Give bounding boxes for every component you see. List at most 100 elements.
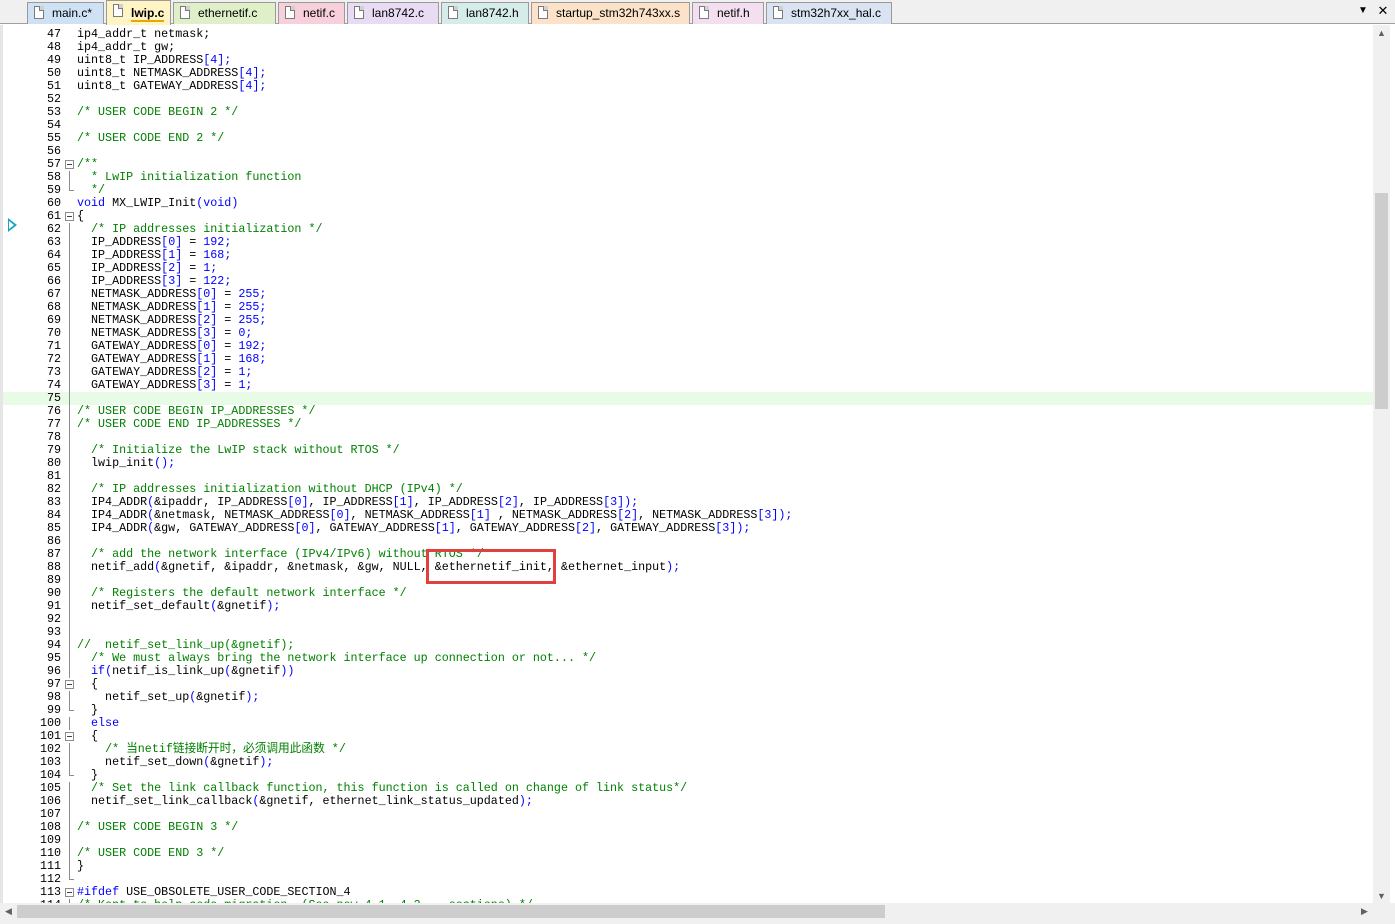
code-token: , IP_ADDRESS	[413, 495, 498, 509]
code-token: NETMASK_ADDRESS	[77, 300, 197, 314]
code-line[interactable]: 108/* USER CODE BEGIN 3 */	[3, 821, 1373, 834]
code-token: ]	[406, 495, 414, 509]
close-tab-icon[interactable]: ✕	[1377, 4, 1389, 18]
vertical-scrollbar[interactable]: ▲ ▼	[1373, 25, 1390, 905]
fold-guide-line	[65, 847, 74, 860]
code-line[interactable]: 47 ip4_addr_t netmask;	[3, 28, 1373, 41]
scroll-up-arrow-icon[interactable]: ▲	[1373, 25, 1390, 42]
fold-guide-line	[65, 314, 74, 327]
code-line[interactable]: 55/* USER CODE END 2 */	[3, 132, 1373, 145]
code-line[interactable]: 103 netif_set_down(&gnetif);	[3, 756, 1373, 769]
scroll-right-arrow-icon[interactable]: ▶	[1356, 903, 1373, 920]
code-token: &gnetif	[210, 755, 260, 769]
code-token: ;	[245, 365, 253, 379]
file-tab[interactable]: ethernetif.c	[173, 2, 276, 24]
fold-guide-line	[65, 535, 74, 548]
code-comment: /* 当netif链接断开时，必须调用此函数 */	[105, 742, 346, 756]
code-line[interactable]: 100 else	[3, 717, 1373, 730]
file-tab[interactable]: netif.h	[692, 2, 764, 24]
code-token: netif_is_link_up	[112, 664, 225, 678]
code-line[interactable]: 53/* USER CODE BEGIN 2 */	[3, 106, 1373, 119]
fold-guide-line	[65, 574, 74, 587]
horizontal-scrollbar[interactable]: ◀ ▶	[0, 903, 1373, 920]
tab-list-dropdown-icon[interactable]: ▼	[1357, 5, 1369, 17]
scroll-left-arrow-icon[interactable]: ◀	[0, 903, 17, 920]
code-line[interactable]: 77/* USER CODE END IP_ADDRESSES */	[3, 418, 1373, 431]
code-token: netif_add	[77, 560, 155, 574]
fold-guide-line	[65, 340, 74, 353]
fold-guide-line	[65, 600, 74, 613]
file-tab[interactable]: startup_stm32h743xx.s	[531, 2, 690, 24]
code-line[interactable]: 92	[3, 613, 1373, 626]
fold-guide-line	[65, 418, 74, 431]
code-line[interactable]: 106 netif_set_link_callback(&gnetif, eth…	[3, 795, 1373, 808]
fold-collapse-icon[interactable]	[65, 730, 74, 743]
code-line[interactable]: 110/* USER CODE END 3 */	[3, 847, 1373, 860]
code-line[interactable]: 58 * LwIP initialization function	[3, 171, 1373, 184]
file-tab-label: netif.h	[717, 6, 750, 20]
vertical-scroll-thumb[interactable]	[1375, 193, 1388, 409]
code-comment: /* USER CODE END IP_ADDRESSES */	[77, 417, 302, 431]
fold-guide-line	[65, 275, 74, 288]
file-tab[interactable]: stm32h7xx_hal.c	[766, 2, 892, 24]
fold-guide-line	[65, 782, 74, 795]
code-token: lwip_init	[77, 456, 155, 470]
file-tab[interactable]: netif.c	[278, 2, 345, 24]
code-text: IP4_ADDR(&gw, GATEWAY_ADDRESS[0], GATEWA…	[77, 522, 750, 535]
code-token: =	[217, 339, 239, 353]
code-line[interactable]: 88 netif_add(&gnetif, &ipaddr, &netmask,…	[3, 561, 1373, 574]
code-line[interactable]: 56	[3, 145, 1373, 158]
code-number: 192	[238, 339, 260, 353]
fold-guide-line	[65, 223, 74, 236]
fold-collapse-icon[interactable]	[65, 678, 74, 691]
code-editor[interactable]: 47 ip4_addr_t netmask; 48 ip4_addr_t gw; 49 u…	[0, 25, 1373, 905]
code-token: );	[778, 508, 793, 522]
code-token: ]	[483, 508, 491, 522]
code-line[interactable]: 85 IP4_ADDR(&gw, GATEWAY_ADDRESS[0], GAT…	[3, 522, 1373, 535]
fold-guide-line	[65, 717, 74, 730]
code-token: GATEWAY_ADDRESS	[77, 352, 197, 366]
code-text: GATEWAY_ADDRESS[3] = 1;	[77, 379, 252, 392]
code-line[interactable]: 80 lwip_init();	[3, 457, 1373, 470]
fold-collapse-icon[interactable]	[65, 158, 74, 171]
code-line[interactable]: 79 /* Initialize the LwIP stack without …	[3, 444, 1373, 457]
file-tab[interactable]: lwip.c	[106, 0, 171, 25]
code-line[interactable]: 60 void MX_LWIP_Init(void)	[3, 197, 1373, 210]
code-line[interactable]: 96 if(netif_is_link_up(&gnetif))	[3, 665, 1373, 678]
file-tab-label: main.c*	[52, 6, 93, 20]
code-line[interactable]: 99 }	[3, 704, 1373, 717]
code-comment: /* Registers the default network interfa…	[91, 586, 407, 600]
code-text: /* USER CODE BEGIN 2 */	[77, 106, 238, 119]
file-tab[interactable]: main.c*	[27, 2, 104, 24]
code-number: 1	[399, 495, 407, 509]
file-tab[interactable]: lan8742.c	[347, 2, 439, 24]
code-token: netif_set_down	[77, 755, 204, 769]
code-comment: /* USER CODE BEGIN 3 */	[77, 820, 239, 834]
code-token: &gnetif	[231, 664, 281, 678]
code-line[interactable]: 111}	[3, 860, 1373, 873]
code-comment: /* IP addresses initialization */	[91, 222, 323, 236]
code-token: IP_ADDRESS	[77, 274, 162, 288]
code-keyword: void	[77, 196, 106, 210]
fold-collapse-icon[interactable]	[65, 886, 74, 899]
fold-collapse-icon[interactable]	[65, 210, 74, 223]
code-token: netif_set_link_callback	[77, 794, 253, 808]
horizontal-scroll-thumb[interactable]	[17, 905, 885, 918]
highlight-annotation-box	[426, 549, 556, 584]
code-line[interactable]: 91 netif_set_default(&gnetif);	[3, 600, 1373, 613]
code-line[interactable]: 51 uint8_t GATEWAY_ADDRESS[4];	[3, 80, 1373, 93]
fold-guide-line	[65, 379, 74, 392]
code-line[interactable]: 74 GATEWAY_ADDRESS[3] = 1;	[3, 379, 1373, 392]
fold-guide-line	[65, 756, 74, 769]
code-token: IP_ADDRESS	[77, 261, 162, 275]
code-text: if(netif_is_link_up(&gnetif))	[77, 665, 294, 678]
code-line[interactable]: 98 netif_set_up(&gnetif);	[3, 691, 1373, 704]
file-tab[interactable]: lan8742.h	[441, 2, 529, 24]
code-number: 2	[504, 495, 512, 509]
code-comment: /* We must always bring the network inte…	[91, 651, 597, 665]
fold-guide-line	[65, 691, 74, 704]
code-token: =	[182, 261, 204, 275]
code-text: netif_set_down(&gnetif);	[77, 756, 273, 769]
